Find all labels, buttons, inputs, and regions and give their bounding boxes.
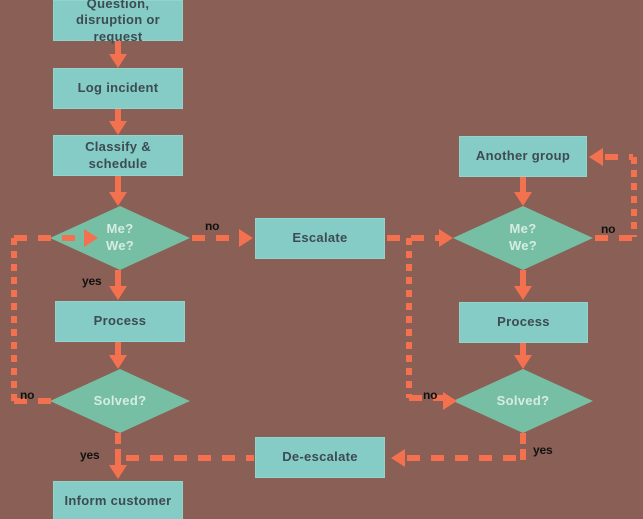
node-another-group[interactable]: Another group xyxy=(459,136,587,177)
connector-right-decision-to-process xyxy=(520,270,526,286)
edge-label-left-decision-yes: yes xyxy=(82,274,102,288)
solved-right-label: Solved? xyxy=(453,369,593,433)
arrowhead-down xyxy=(514,286,532,300)
node-inform-customer[interactable]: Inform customer xyxy=(53,481,183,519)
arrowhead-left xyxy=(589,148,603,166)
decision-right-line1: Me? xyxy=(509,221,537,237)
node-process-right[interactable]: Process xyxy=(459,302,588,343)
arrowhead-down xyxy=(109,192,127,206)
arrowhead-right xyxy=(84,229,98,247)
connector-solved-yes-stub2-left xyxy=(115,449,121,465)
node-log-incident[interactable]: Log incident xyxy=(53,68,183,109)
connector-classify-to-decision xyxy=(115,176,121,192)
connector-solved-no-left-vertical xyxy=(11,238,17,401)
arrowhead-right xyxy=(239,229,253,247)
connector-right-decision-no-vertical xyxy=(631,157,637,237)
arrowhead-down xyxy=(514,355,532,369)
edge-label-left-decision-no: no xyxy=(205,219,220,233)
connector-right-solved-yes-stub2 xyxy=(520,449,526,460)
arrowhead-down xyxy=(109,54,127,68)
solved-right-text: Solved? xyxy=(496,392,550,408)
edge-label-right-decision-no: no xyxy=(601,222,616,236)
arrowhead-right xyxy=(439,229,453,247)
connector-escalate-to-right-decision xyxy=(387,235,439,241)
edge-label-left-solved-no: no xyxy=(20,388,35,402)
arrowhead-left xyxy=(391,449,405,467)
arrowhead-down xyxy=(109,121,127,135)
decision-right-line2: We? xyxy=(508,238,538,253)
node-solved-right[interactable]: Solved? xyxy=(453,369,593,433)
connector-solved-yes-stub-left xyxy=(115,433,121,444)
node-start[interactable]: Question, disruption or request xyxy=(53,0,183,44)
connector-another-group-to-decision xyxy=(520,177,526,192)
edge-label-left-solved-yes: yes xyxy=(80,448,100,462)
decision-left-line2: We? xyxy=(105,238,135,253)
node-classify-schedule[interactable]: Classify & schedule xyxy=(53,135,183,176)
connector-right-no-into-another-group xyxy=(605,154,633,160)
connector-right-process-to-solved xyxy=(520,343,526,355)
connector-start-to-log xyxy=(115,41,121,54)
solved-left-text: Solved? xyxy=(93,392,147,408)
connector-process-to-solved-left xyxy=(115,342,121,355)
arrowhead-down xyxy=(109,465,127,479)
solved-left-label: Solved? xyxy=(50,369,190,433)
connector-de-escalate-to-left xyxy=(126,455,254,461)
connector-no-left-into-decision xyxy=(14,235,84,241)
connector-right-solved-yes-stub xyxy=(520,433,526,444)
connector-decision-to-process-left xyxy=(115,270,121,286)
node-decision-me-we-right[interactable]: Me? We? xyxy=(453,206,593,270)
node-solved-left[interactable]: Solved? xyxy=(50,369,190,433)
node-de-escalate[interactable]: De-escalate xyxy=(255,437,385,478)
edge-label-right-solved-yes: yes xyxy=(533,443,553,457)
flowchart-canvas: Question, disruption or request Log inci… xyxy=(0,0,643,519)
edge-label-right-solved-no: no xyxy=(423,388,438,402)
node-escalate[interactable]: Escalate xyxy=(255,218,385,259)
decision-left-line1: Me? xyxy=(106,221,134,237)
arrowhead-right xyxy=(443,392,457,410)
arrowhead-down xyxy=(109,355,127,369)
decision-right-label: Me? We? xyxy=(453,206,593,270)
node-process-left[interactable]: Process xyxy=(55,301,185,342)
arrowhead-down xyxy=(109,286,127,300)
connector-escalate-branch-vertical xyxy=(406,238,412,398)
connector-decision-no-to-escalate xyxy=(192,235,239,241)
connector-right-solved-yes-horizontal xyxy=(407,455,519,461)
arrowhead-down xyxy=(514,192,532,206)
